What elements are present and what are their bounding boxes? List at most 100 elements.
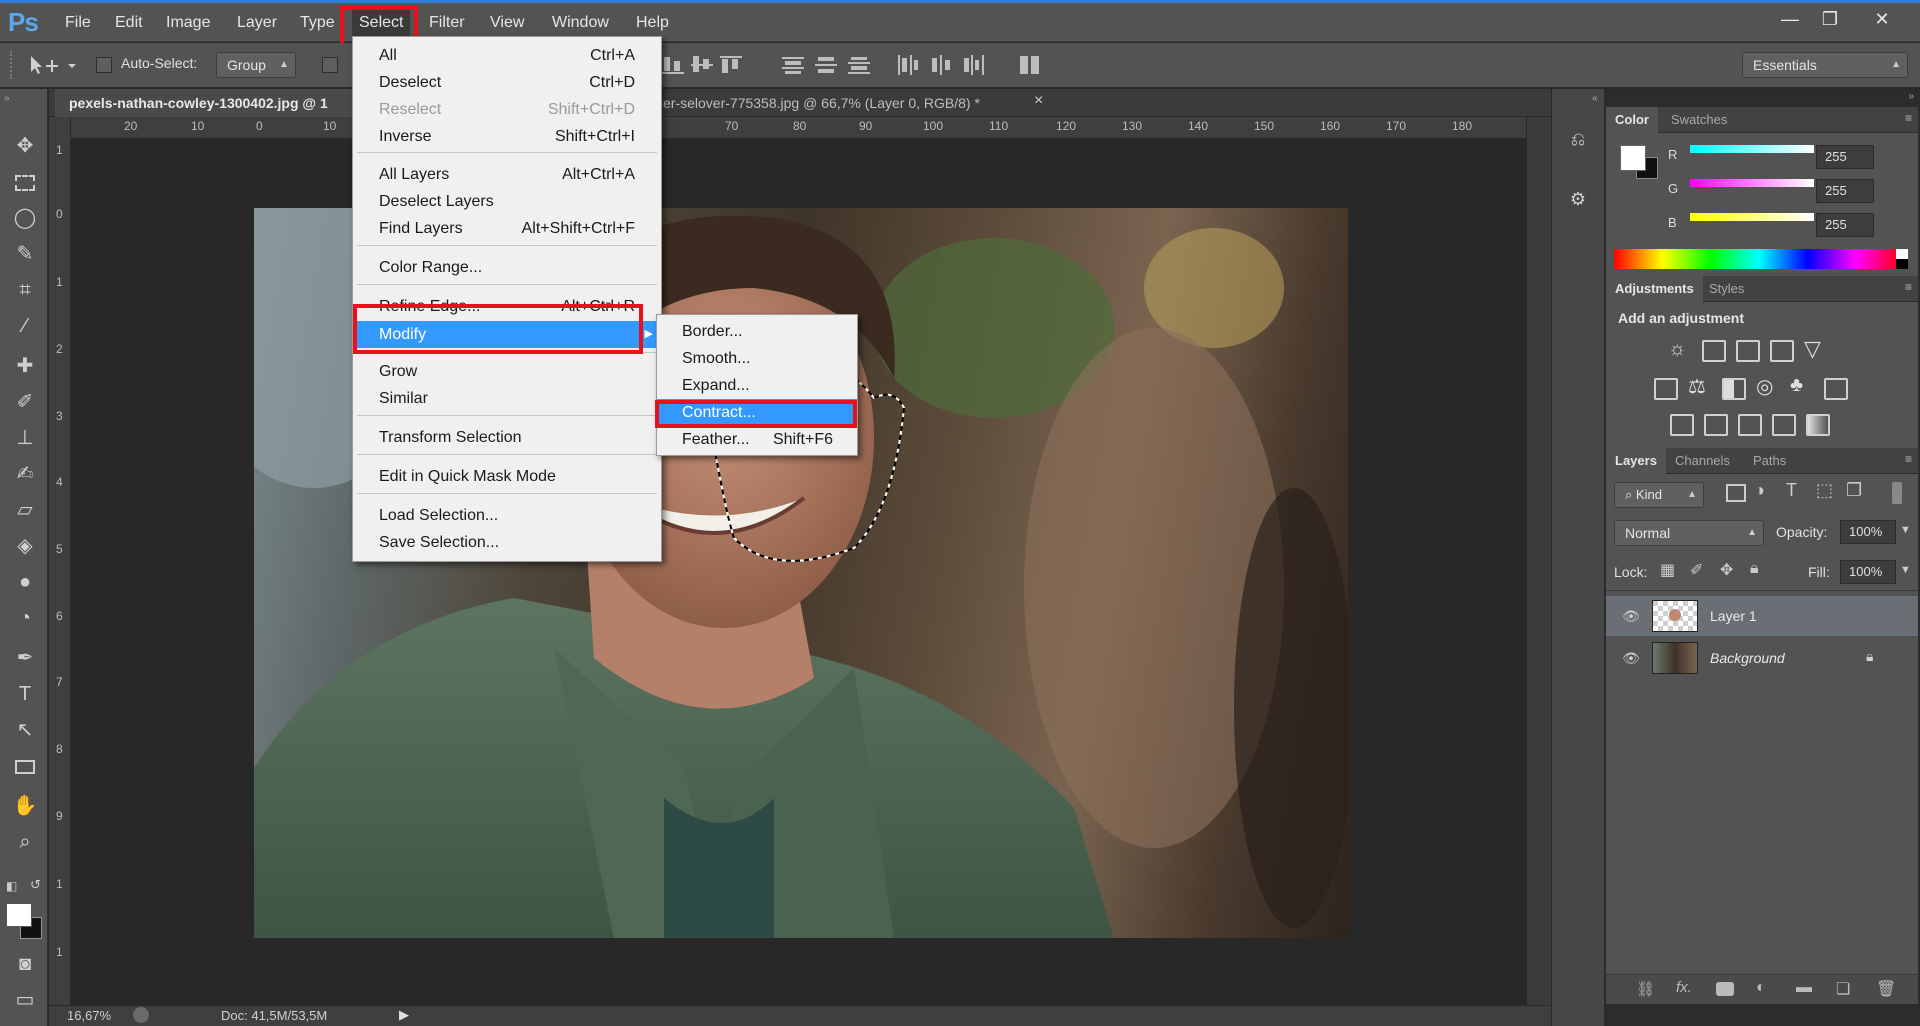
- delete-layer-icon[interactable]: 🗑︎: [1876, 979, 1896, 999]
- menu-item-color-range[interactable]: Color Range...: [353, 254, 661, 281]
- color-spectrum-ramp[interactable]: [1614, 249, 1904, 269]
- rectangle-tool-icon[interactable]: [10, 751, 40, 781]
- distribute-hcenter-icon[interactable]: [928, 53, 954, 77]
- visibility-eye-icon[interactable]: 👁︎: [1622, 607, 1640, 625]
- channel-g-value[interactable]: 255: [1816, 179, 1874, 203]
- align-vcenter-icon[interactable]: [689, 53, 715, 77]
- exposure-icon[interactable]: [1770, 340, 1794, 362]
- distribute-right-icon[interactable]: [961, 53, 987, 77]
- new-adjustment-layer-icon[interactable]: ◐: [1756, 979, 1766, 997]
- submenu-item-feather[interactable]: Feather... Shift+F6: [657, 426, 857, 453]
- tab-channels[interactable]: Channels: [1666, 448, 1739, 474]
- levels-icon[interactable]: [1702, 340, 1726, 362]
- collapse-panels-icon[interactable]: »: [1908, 91, 1914, 102]
- lock-all-icon[interactable]: 🔒︎: [1750, 560, 1759, 578]
- panel-menu-icon[interactable]: ≡: [1905, 111, 1912, 125]
- panel-menu-icon[interactable]: ≡: [1905, 452, 1912, 466]
- layer-name[interactable]: Layer 1: [1710, 596, 1757, 636]
- history-brush-tool-icon[interactable]: ✍: [10, 459, 40, 489]
- distribute-top-icon[interactable]: [780, 53, 806, 77]
- collapse-dock-icon[interactable]: «: [1592, 93, 1598, 104]
- auto-select-dropdown[interactable]: Group ▲: [216, 52, 296, 78]
- move-tool-icon[interactable]: [28, 54, 78, 78]
- lock-pixels-icon[interactable]: ✐: [1690, 560, 1703, 580]
- fill-dropdown-arrow-icon[interactable]: ▼: [1900, 564, 1911, 576]
- restore-button[interactable]: ❐: [1810, 6, 1850, 32]
- menu-item-transform-selection[interactable]: Transform Selection: [353, 424, 661, 451]
- visibility-eye-icon[interactable]: 👁︎: [1622, 649, 1640, 667]
- align-top-icon[interactable]: [718, 53, 744, 77]
- auto-select-checkbox[interactable]: [96, 57, 112, 73]
- menu-file[interactable]: File: [58, 9, 98, 37]
- dodge-tool-icon[interactable]: ◔: [10, 603, 40, 633]
- menu-item-all[interactable]: All Ctrl+A: [353, 42, 661, 69]
- path-selection-tool-icon[interactable]: ↖: [10, 715, 40, 745]
- default-colors-icon[interactable]: ◧: [6, 879, 17, 893]
- collapse-toolbar-icon[interactable]: »: [4, 93, 10, 104]
- white-ramp-chip[interactable]: [1896, 249, 1908, 259]
- channel-b-slider[interactable]: [1690, 213, 1814, 221]
- tab-adjustments[interactable]: Adjustments: [1606, 276, 1703, 302]
- menu-help[interactable]: Help: [629, 9, 676, 37]
- menu-image[interactable]: Image: [159, 9, 217, 37]
- blur-tool-icon[interactable]: ●: [10, 567, 40, 597]
- submenu-item-smooth[interactable]: Smooth...: [657, 345, 857, 372]
- panel-menu-icon[interactable]: ≡: [1905, 280, 1912, 294]
- photo-filter-icon[interactable]: ◎: [1756, 374, 1773, 399]
- move-tool-icon[interactable]: ✥: [10, 131, 40, 161]
- vertical-scrollbar[interactable]: [1526, 117, 1551, 1005]
- layer-row-layer1[interactable]: 👁︎ Layer 1: [1606, 596, 1918, 636]
- align-bottom-icon[interactable]: [660, 53, 686, 77]
- status-menu-arrow-icon[interactable]: ▶: [399, 1007, 409, 1023]
- menu-item-find-layers[interactable]: Find Layers Alt+Shift+Ctrl+F: [353, 215, 661, 242]
- black-white-icon[interactable]: [1722, 378, 1746, 400]
- foreground-color-chip[interactable]: [1620, 145, 1646, 171]
- opacity-dropdown-arrow-icon[interactable]: ▼: [1900, 524, 1911, 536]
- new-group-icon[interactable]: ▬: [1796, 979, 1812, 997]
- channel-b-value[interactable]: 255: [1816, 213, 1874, 237]
- filter-shape-icon[interactable]: ⬚: [1816, 480, 1833, 501]
- foreground-color-swatch[interactable]: [6, 903, 32, 927]
- pen-tool-icon[interactable]: ✒: [10, 643, 40, 673]
- tab-swatches[interactable]: Swatches: [1662, 107, 1736, 133]
- quick-mask-icon[interactable]: ◙: [10, 949, 40, 979]
- tab-styles[interactable]: Styles: [1700, 276, 1753, 302]
- distribute-bottom-icon[interactable]: [846, 53, 872, 77]
- screen-mode-icon[interactable]: ▭: [10, 985, 40, 1015]
- tab-paths[interactable]: Paths: [1744, 448, 1795, 474]
- crop-tool-icon[interactable]: ⌗: [10, 275, 40, 305]
- paint-bucket-tool-icon[interactable]: ◈: [10, 531, 40, 561]
- filter-pixel-icon[interactable]: [1726, 484, 1746, 502]
- invert-icon[interactable]: [1670, 414, 1694, 436]
- channel-r-value[interactable]: 255: [1816, 145, 1874, 169]
- hand-tool-icon[interactable]: ✋: [10, 791, 40, 821]
- menu-item-inverse[interactable]: Inverse Shift+Ctrl+I: [353, 123, 661, 150]
- minimize-button[interactable]: —: [1770, 6, 1810, 32]
- menu-item-all-layers[interactable]: All Layers Alt+Ctrl+A: [353, 161, 661, 188]
- submenu-item-border[interactable]: Border...: [657, 318, 857, 345]
- history-panel-icon[interactable]: ⎌: [1566, 129, 1590, 153]
- threshold-icon[interactable]: [1738, 414, 1762, 436]
- layer-kind-filter[interactable]: ⌕ Kind ▲: [1614, 482, 1704, 508]
- tab-layers[interactable]: Layers: [1606, 448, 1666, 474]
- selective-color-icon[interactable]: [1772, 414, 1796, 436]
- color-balance-icon[interactable]: ⚖: [1688, 374, 1706, 399]
- menu-filter[interactable]: Filter: [422, 9, 472, 37]
- menu-edit[interactable]: Edit: [108, 9, 150, 37]
- close-tab-icon[interactable]: ×: [1034, 92, 1043, 110]
- vibrance-icon[interactable]: ▽: [1804, 336, 1821, 362]
- menu-item-grow[interactable]: Grow: [353, 358, 661, 385]
- filter-smart-object-icon[interactable]: ❐: [1846, 480, 1862, 501]
- menu-window[interactable]: Window: [545, 9, 616, 37]
- layer-row-background[interactable]: 👁︎ Background 🔒︎: [1606, 638, 1918, 678]
- menu-item-save-selection[interactable]: Save Selection...: [353, 529, 661, 556]
- channel-g-slider[interactable]: [1690, 179, 1814, 187]
- channel-mixer-icon[interactable]: ♣: [1790, 374, 1803, 397]
- lasso-tool-icon[interactable]: ◯: [10, 203, 40, 233]
- menu-item-quick-mask[interactable]: Edit in Quick Mask Mode: [353, 463, 661, 490]
- auto-align-icon[interactable]: [1018, 53, 1044, 77]
- eraser-tool-icon[interactable]: ▱: [10, 495, 40, 525]
- posterize-icon[interactable]: [1704, 414, 1728, 436]
- link-layers-icon[interactable]: ⛓: [1636, 980, 1655, 998]
- hue-saturation-icon[interactable]: [1654, 378, 1678, 400]
